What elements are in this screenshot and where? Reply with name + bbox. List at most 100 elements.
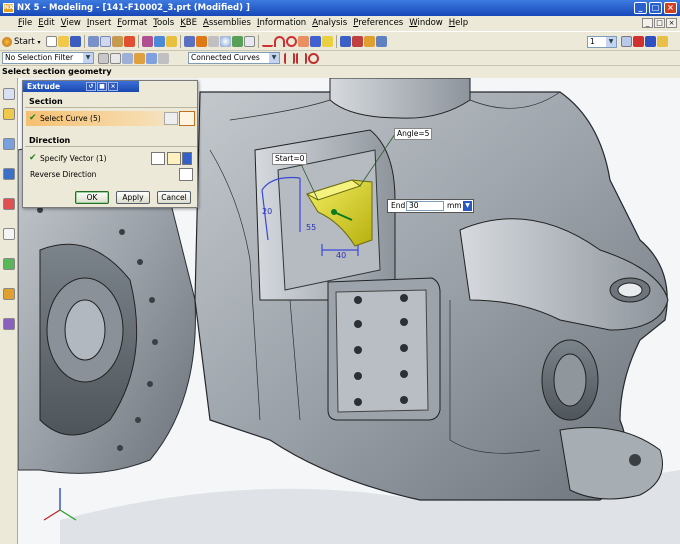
arc-icon[interactable] [274,35,285,47]
end-options-button[interactable]: ▼ [463,201,472,211]
layer-settings-icon[interactable] [621,35,632,47]
angle-callout[interactable]: Angle=5 [394,128,433,140]
new-file-icon[interactable] [46,35,57,47]
menu-analysis[interactable]: Analysis [309,16,350,31]
menu-edit[interactable]: Edit [35,16,57,31]
nx-app-icon: NX [3,3,14,13]
reverse-direction-row[interactable]: Reverse Direction [26,167,196,182]
specify-vector-row[interactable]: ✔ Specify Vector (1) [26,151,196,166]
menu-file[interactable]: File [15,16,35,31]
deselect-icon[interactable] [110,52,121,64]
layer-category-icon[interactable] [657,35,668,47]
maximize-button[interactable]: □ [649,2,662,14]
point-icon[interactable] [310,35,321,47]
face-select-icon[interactable] [122,52,133,64]
move-to-layer-icon[interactable] [633,35,644,47]
menu-insert[interactable]: Insert [84,16,114,31]
dimension-40[interactable]: 40 [336,251,346,260]
inferred-vector-icon[interactable] [167,152,181,165]
close-button[interactable]: × [664,2,677,14]
menu-bar: File Edit View Insert Format Tools KBE A… [0,16,680,31]
circle-icon[interactable] [286,35,297,47]
revolve-icon[interactable] [352,35,363,47]
dimension-20[interactable]: 20 [262,207,272,216]
layer-visible-icon[interactable] [645,35,656,47]
measure-icon[interactable] [322,35,333,47]
chain-within-feature-icon[interactable] [296,52,307,64]
menu-window[interactable]: Window [406,16,446,31]
stop-at-intersection-icon[interactable] [158,52,169,64]
follow-fillet-icon[interactable] [284,52,295,64]
chevron-down-icon: ▼ [269,53,279,63]
visualization-icon[interactable] [3,318,15,330]
roles-icon[interactable] [3,258,15,270]
open-folder-icon[interactable] [58,35,69,47]
doc-minimize-button[interactable]: _ [642,18,653,28]
curve-rule-combo[interactable]: Connected Curves ▼ [188,52,280,64]
reset-icon[interactable]: ↺ [86,82,96,91]
minimize-button[interactable]: _ [634,2,647,14]
menu-information[interactable]: Information [254,16,309,31]
clock-icon[interactable] [3,228,15,240]
menu-assemblies[interactable]: Assemblies [200,16,254,31]
system-materials-icon[interactable] [3,288,15,300]
fit-icon[interactable] [166,35,177,47]
dimension-55[interactable]: 55 [306,223,316,232]
select-all-icon[interactable] [98,52,109,64]
assembly-navigator-icon[interactable] [3,88,15,100]
layer-icon[interactable] [142,35,153,47]
render-icon[interactable] [184,35,195,47]
save-icon[interactable] [70,35,81,47]
palette-icon[interactable] [3,198,15,210]
direction-group-header[interactable]: Direction [25,135,197,147]
vector-dropdown-icon[interactable] [182,152,192,165]
stop-icon[interactable]: ■ [97,82,107,91]
section-curve-filter-icon[interactable] [164,112,178,125]
dialog-close-icon[interactable]: × [108,82,118,91]
select-curve-row[interactable]: ✔ Select Curve (5) [26,111,196,126]
vector-constructor-icon[interactable] [151,152,165,165]
line-icon[interactable] [262,35,273,47]
cancel-button[interactable]: Cancel [157,191,191,204]
menu-tools[interactable]: Tools [150,16,177,31]
datum-icon[interactable] [232,35,243,47]
snap-icon[interactable] [134,52,145,64]
sketch-icon[interactable] [244,35,255,47]
part-navigator-icon[interactable] [3,108,15,120]
view-icon[interactable] [154,35,165,47]
section-group-header[interactable]: Section [25,96,197,108]
reverse-direction-icon[interactable] [179,168,193,181]
menu-help[interactable]: Help [446,16,471,31]
cut-icon[interactable] [88,35,99,47]
dialog-title-bar[interactable]: Extrude ↺ ■ × [23,81,139,92]
rule-icon[interactable] [146,52,157,64]
intersection-icon[interactable] [308,52,319,64]
block-icon[interactable] [364,35,375,47]
start-button[interactable]: Start ▾ [2,35,40,49]
end-distance-input[interactable]: 30 [406,201,444,211]
copy-icon[interactable] [100,35,111,47]
paste-icon[interactable] [112,35,123,47]
extrude-icon[interactable] [340,35,351,47]
history-icon[interactable] [3,138,15,150]
apply-button[interactable]: Apply [116,191,150,204]
start-callout[interactable]: Start=0 [272,153,308,165]
sphere-icon[interactable] [220,35,231,47]
sketch-section-icon[interactable] [179,111,195,126]
spline-icon[interactable] [298,35,309,47]
undo-icon[interactable] [124,35,135,47]
menu-format[interactable]: Format [114,16,150,31]
selection-filter-combo[interactable]: No Selection Filter ▼ [2,52,94,64]
menu-preferences[interactable]: Preferences [350,16,406,31]
shaded-icon[interactable] [196,35,207,47]
menu-view[interactable]: View [58,16,84,31]
book-icon[interactable] [376,35,387,47]
wireframe-icon[interactable] [208,35,219,47]
ok-button[interactable]: OK [75,191,109,204]
work-layer-combo[interactable]: 1 ▼ [587,36,617,48]
web-browser-icon[interactable] [3,168,15,180]
curve-rule-value: Connected Curves [191,53,260,62]
menu-kbe[interactable]: KBE [177,16,200,31]
doc-restore-button[interactable]: □ [654,18,665,28]
doc-close-button[interactable]: × [666,18,677,28]
